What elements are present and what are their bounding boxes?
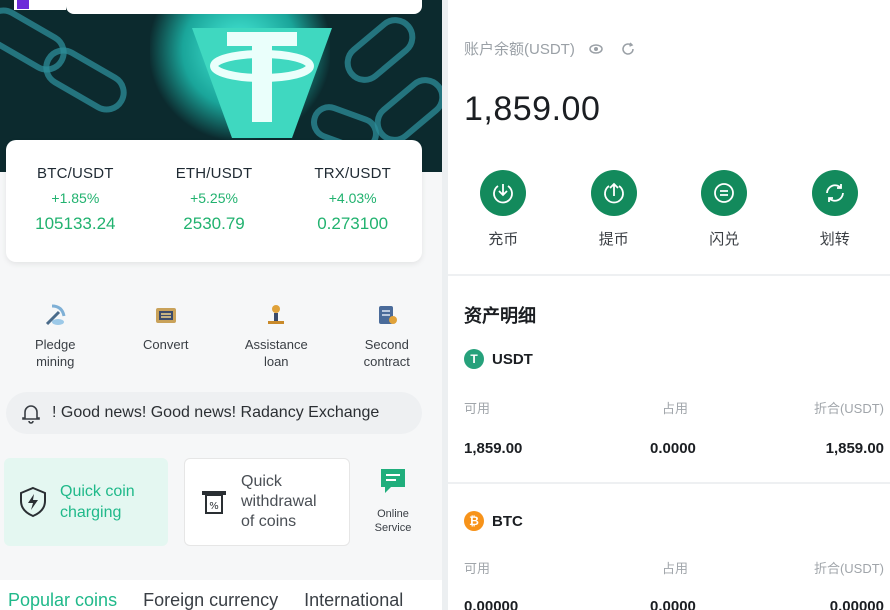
ticker-pair: ETH/USDT [175, 165, 253, 182]
quick-withdraw-label: Quick [241, 473, 282, 490]
asset-equivalent: 0.00000 [829, 598, 884, 610]
quick-withdraw-label: of coins [241, 513, 297, 530]
withdraw-label: 提币 [598, 231, 629, 248]
column-header-equivalent: 折合(USDT) [813, 561, 884, 576]
chat-icon [381, 469, 405, 493]
ticker-card: BTC/USDT +1.85% 105133.24 ETH/USDT +5.25… [6, 140, 422, 262]
asset-name-text: USDT [492, 350, 533, 368]
quick-withdraw-label: withdrawal [241, 493, 317, 510]
wallet-panel: 账户余额(USDT) 1,859.00 充币 提币 闪兑 划转 资产明细 T U… [448, 0, 890, 610]
online-service-label: Service [374, 522, 412, 534]
menu-second-contract[interactable]: Second contract [332, 292, 443, 372]
deposit-button[interactable]: 充币 [448, 170, 559, 250]
wallet-actions: 充币 提币 闪兑 划转 [448, 170, 890, 250]
menu-label: Second [364, 337, 409, 352]
transfer-label: 划转 [819, 231, 850, 248]
transfer-icon [825, 184, 844, 202]
usdt-coin-icon: T [464, 349, 484, 369]
asset-name: ₿ BTC [464, 511, 523, 531]
brand-logo [14, 0, 66, 10]
tab-foreign-currency[interactable]: Foreign currency [143, 590, 278, 610]
ticker-pair: TRX/USDT [314, 165, 391, 182]
asset-available: 0.00000 [464, 598, 519, 610]
quick-charge-button[interactable]: Quick coin charging [4, 458, 168, 546]
menu-label: loan [263, 354, 289, 369]
quick-charge-label: Quick coin [60, 483, 135, 500]
ticker-change: +4.03% [328, 190, 377, 206]
divider [448, 482, 890, 484]
flash-exchange-icon [714, 183, 735, 203]
exchange-icon [155, 308, 176, 323]
column-header-equivalent: 折合(USDT) [813, 401, 884, 416]
tether-logo-icon [192, 28, 332, 138]
ticker-item[interactable]: ETH/USDT +5.25% 2530.79 [145, 140, 284, 262]
deposit-label: 充币 [488, 231, 519, 248]
ticker-price: 0.273100 [317, 214, 389, 233]
menu-label: Pledge [35, 337, 76, 352]
ticker-price: 105133.24 [35, 214, 116, 233]
menu-label: mining [36, 354, 75, 369]
asset-name-text: BTC [492, 512, 523, 530]
bell-icon [22, 405, 40, 424]
ticker-item[interactable]: TRX/USDT +4.03% 0.273100 [283, 140, 422, 262]
refresh-icon[interactable] [621, 41, 635, 56]
menu-label: Convert [142, 337, 189, 352]
asset-name: T USDT [464, 349, 533, 369]
column-header-available: 可用 [464, 401, 491, 416]
quick-menu: Pledge mining Convert Assistance loan Se… [0, 292, 442, 372]
menu-pledge-mining[interactable]: Pledge mining [0, 292, 111, 372]
tab-international[interactable]: International [304, 590, 403, 610]
tab-popular-coins[interactable]: Popular coins [8, 590, 117, 610]
online-service-label: Online [377, 508, 409, 520]
menu-label: contract [363, 354, 410, 369]
deposit-icon [493, 184, 514, 204]
asset-row-btc[interactable]: ₿ BTC 可用 占用 折合(USDT) 0.00000 0.0000 0.00… [448, 508, 890, 610]
action-cards: Quick coin charging % Quick withdrawal o… [0, 456, 442, 548]
menu-label: Assistance [244, 337, 308, 352]
online-service-button[interactable]: Online Service [360, 466, 426, 535]
asset-occupied: 0.0000 [650, 598, 696, 610]
withdraw-button[interactable]: 提币 [559, 170, 670, 250]
transfer-button[interactable]: 划转 [780, 170, 890, 250]
asset-equivalent: 1,859.00 [825, 440, 884, 457]
asset-row-usdt[interactable]: T USDT 可用 占用 折合(USDT) 1,859.00 0.0000 1,… [448, 346, 890, 476]
flash-exchange-button[interactable]: 闪兑 [669, 170, 780, 250]
shield-bolt-icon [20, 486, 46, 518]
notice-text: ! Good news! Good news! Radancy Exchange [52, 404, 380, 421]
svg-text:%: % [209, 501, 219, 512]
ticker-item[interactable]: BTC/USDT +1.85% 105133.24 [6, 140, 145, 262]
ticker-change: +5.25% [190, 190, 238, 206]
loan-icon [268, 305, 285, 324]
withdraw-ticket-icon: % [202, 491, 226, 514]
eye-icon[interactable] [589, 42, 603, 56]
balance-value: 1,859.00 [464, 90, 601, 128]
btc-coin-icon: ₿ [464, 511, 484, 531]
market-tabs: Popular coins Foreign currency Internati… [0, 580, 442, 610]
flash-exchange-label: 闪兑 [709, 231, 740, 248]
balance-label: 账户余额(USDT) [464, 41, 575, 58]
menu-convert[interactable]: Convert [111, 292, 222, 372]
quick-withdraw-button[interactable]: % Quick withdrawal of coins [184, 458, 350, 546]
ticker-change: +1.85% [51, 190, 100, 206]
pickaxe-icon [46, 304, 66, 326]
balance-label-row: 账户余额(USDT) [464, 38, 635, 59]
section-title: 资产明细 [464, 306, 536, 326]
column-header-occupied: 占用 [662, 401, 689, 416]
notice-bar[interactable]: ! Good news! Good news! Radancy Exchange [6, 392, 422, 434]
quick-charge-label: charging [60, 504, 122, 521]
menu-assistance-loan[interactable]: Assistance loan [221, 292, 332, 372]
asset-available: 1,859.00 [464, 440, 523, 457]
home-panel: BTC/USDT +1.85% 105133.24 ETH/USDT +5.25… [0, 0, 442, 610]
ticker-price: 2530.79 [183, 214, 245, 233]
withdraw-icon [603, 182, 624, 204]
divider [448, 274, 890, 276]
column-header-occupied: 占用 [662, 561, 689, 576]
ticker-pair: BTC/USDT [37, 165, 114, 182]
header-strip [66, 0, 422, 14]
column-header-available: 可用 [464, 561, 491, 576]
asset-occupied: 0.0000 [650, 440, 696, 457]
contract-icon [378, 306, 397, 324]
